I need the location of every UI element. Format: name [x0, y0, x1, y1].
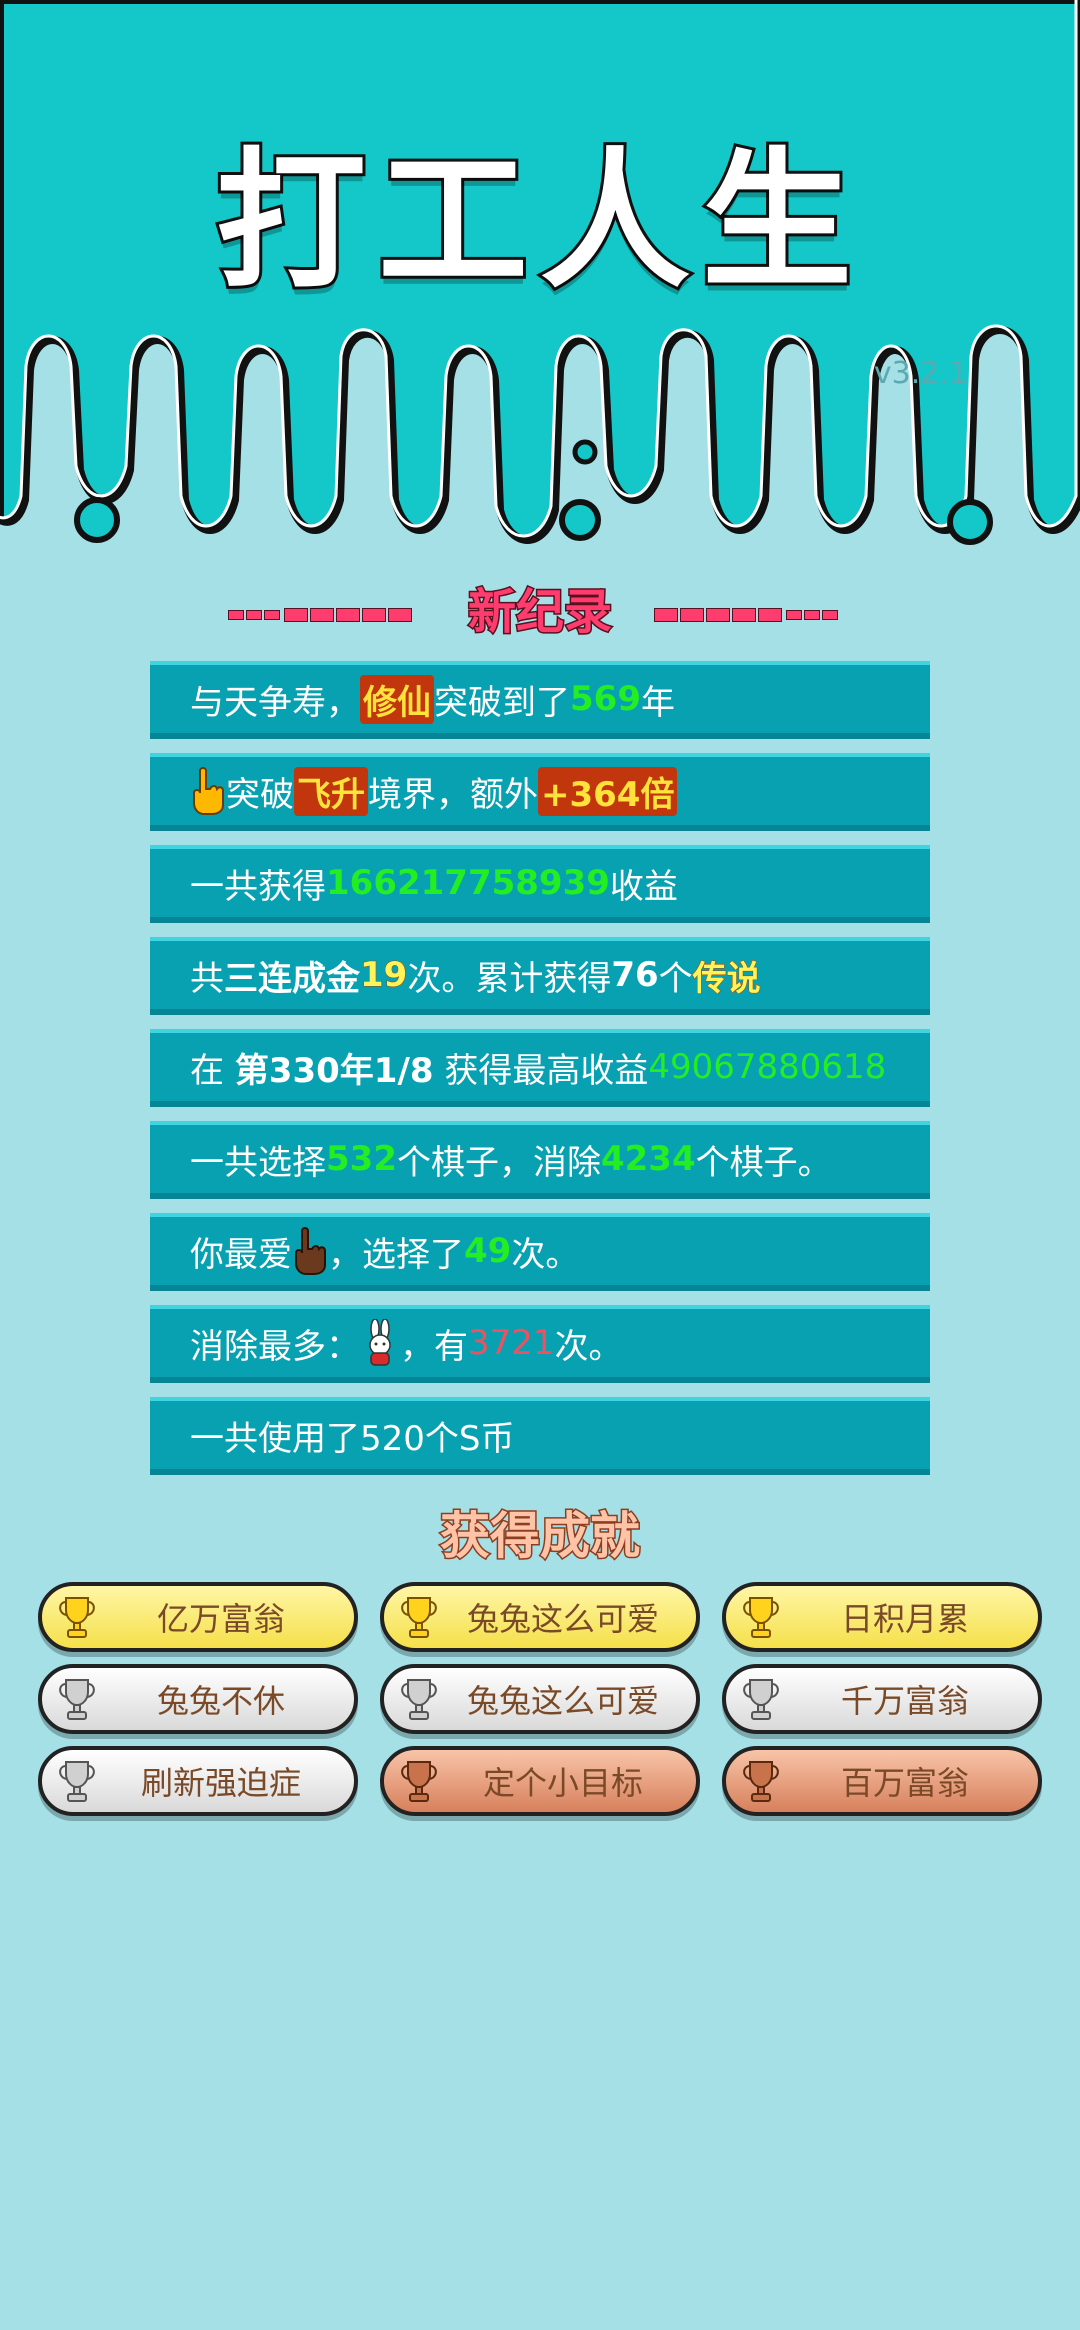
stat-text: 年 [640, 682, 675, 723]
stat-text: 一共选择 [190, 1142, 326, 1183]
trophy-icon [743, 1597, 779, 1638]
stat-text: 个棋子，消除 [396, 1142, 601, 1183]
legend-count: 76 [611, 955, 659, 995]
achievement-badge[interactable]: 百万富翁 [722, 1746, 1042, 1816]
removed-count: 4234 [600, 1139, 696, 1179]
trophy-icon [59, 1761, 95, 1802]
achievement-badge[interactable]: 定个小目标 [380, 1746, 700, 1816]
selected-count: 532 [326, 1139, 397, 1179]
stat-text: 次。 [511, 1234, 580, 1275]
achievement-label: 日积月累 [840, 1600, 969, 1638]
achievement-label: 兔兔这么可爱 [466, 1682, 659, 1720]
stat-text: 个棋子。 [695, 1142, 832, 1183]
header-banner: 打工人生 v3.2.1 [0, 0, 1080, 570]
achievement-badge[interactable]: 千万富翁 [722, 1664, 1042, 1734]
realm-highlight: 飞升 [294, 766, 368, 816]
stat-cultivation: 与天争寿， 修仙 突破到了 569 年 [150, 661, 930, 739]
stat-text: 个 [658, 958, 693, 999]
combo-label: 三连成金 [224, 958, 360, 999]
pointing-hand-icon [295, 1227, 326, 1275]
achievement-label: 定个小目标 [482, 1764, 643, 1802]
trophy-icon [743, 1761, 779, 1802]
achievements-grid: 亿万富翁 兔兔这么可爱 日积月累 兔兔不休 兔兔这么可爱 千万富翁 刷新强迫症 定个小目标 百万… [38, 1582, 1042, 1816]
legend-label: 传说 [692, 958, 761, 999]
years-value: 569 [570, 679, 641, 719]
achievement-badge[interactable]: 兔兔这么可爱 [380, 1582, 700, 1652]
stat-text: 共 [190, 958, 224, 999]
achievement-badge[interactable]: 日积月累 [722, 1582, 1042, 1652]
trophy-icon [401, 1761, 437, 1802]
version-label: v3.2.1 [873, 356, 968, 391]
stat-best: 在 第330年1/8 获得最高收益 49067880618 [150, 1029, 930, 1107]
stat-earnings: 一共获得 166217758939 收益 [150, 845, 930, 923]
dash-decoration-right [653, 608, 838, 622]
stat-text: ，选择了 [328, 1234, 464, 1275]
stat-combo: 共三连成金 19 次。累计获得 76 个传说 [150, 937, 930, 1015]
stat-text: 收益 [609, 866, 678, 907]
stat-text: 突破 [226, 774, 294, 815]
pointing-hand-icon [193, 767, 224, 815]
best-date: 第330年1/8 [234, 1050, 434, 1091]
stat-text: 你最爱 [190, 1234, 292, 1275]
record-title: 新纪录 [466, 583, 613, 642]
achievement-label: 兔兔这么可爱 [466, 1600, 659, 1638]
achievement-badge[interactable]: 兔兔不休 [38, 1664, 358, 1734]
best-value: 49067880618 [648, 1047, 887, 1087]
trophy-icon [401, 1597, 437, 1638]
stat-coins: 一共使用了520个S币 [150, 1397, 930, 1475]
realm-highlight: 修仙 [360, 674, 434, 724]
achievement-label: 千万富翁 [840, 1682, 969, 1720]
stat-text: 与天争寿， [190, 682, 360, 723]
record-heading: 新纪录 [0, 572, 1080, 642]
stat-text: ，有 [400, 1326, 468, 1367]
removed-most-count: 3721 [468, 1323, 555, 1363]
stat-text: 次。 [554, 1326, 623, 1367]
achievement-label: 百万富翁 [840, 1764, 969, 1802]
stat-pieces: 一共选择 532 个棋子，消除 4234 个棋子。 [150, 1121, 930, 1199]
stat-ascension: 突破 飞升 境界，额外 +364倍 [150, 753, 930, 831]
achievement-badge[interactable]: 兔兔这么可爱 [380, 1664, 700, 1734]
stat-text: 境界，额外 [368, 774, 538, 815]
achievement-label: 刷新强迫症 [140, 1764, 301, 1802]
stats-list: 与天争寿， 修仙 突破到了 569 年 突破 飞升 境界，额外 +364倍 一共获得 16621… [150, 661, 930, 1489]
stat-text: 一共获得 [190, 866, 326, 907]
stat-favorite: 你最爱 ，选择了 49 次。 [150, 1213, 930, 1291]
trophy-icon [401, 1679, 437, 1720]
achievement-label: 亿万富翁 [156, 1600, 285, 1638]
dash-decoration-left [228, 608, 413, 622]
stat-most-removed: 消除最多： ，有 3721 次。 [150, 1305, 930, 1383]
combo-count: 19 [359, 955, 408, 996]
stat-text: 消除最多： [190, 1326, 360, 1367]
trophy-icon [59, 1597, 95, 1638]
achievement-label: 兔兔不休 [156, 1682, 285, 1720]
trophy-icon [743, 1679, 779, 1720]
achievements-title: 获得成就 [439, 1506, 642, 1567]
favorite-count: 49 [464, 1231, 512, 1271]
app-title: 打工人生 [213, 132, 864, 312]
stat-text: 突破到了 [434, 682, 570, 723]
stat-text: 在 [190, 1050, 235, 1091]
achievement-badge[interactable]: 刷新强迫症 [38, 1746, 358, 1816]
coins-text: 一共使用了520个S币 [190, 1418, 515, 1459]
rabbit-icon [369, 1319, 391, 1366]
achievement-badge[interactable]: 亿万富翁 [38, 1582, 358, 1652]
earnings-value: 166217758939 [326, 863, 610, 903]
stat-text: 获得最高收益 [433, 1050, 649, 1091]
trophy-icon [59, 1679, 95, 1720]
stat-text: 次。累计获得 [407, 958, 612, 999]
bonus-value: +364倍 [538, 766, 678, 816]
